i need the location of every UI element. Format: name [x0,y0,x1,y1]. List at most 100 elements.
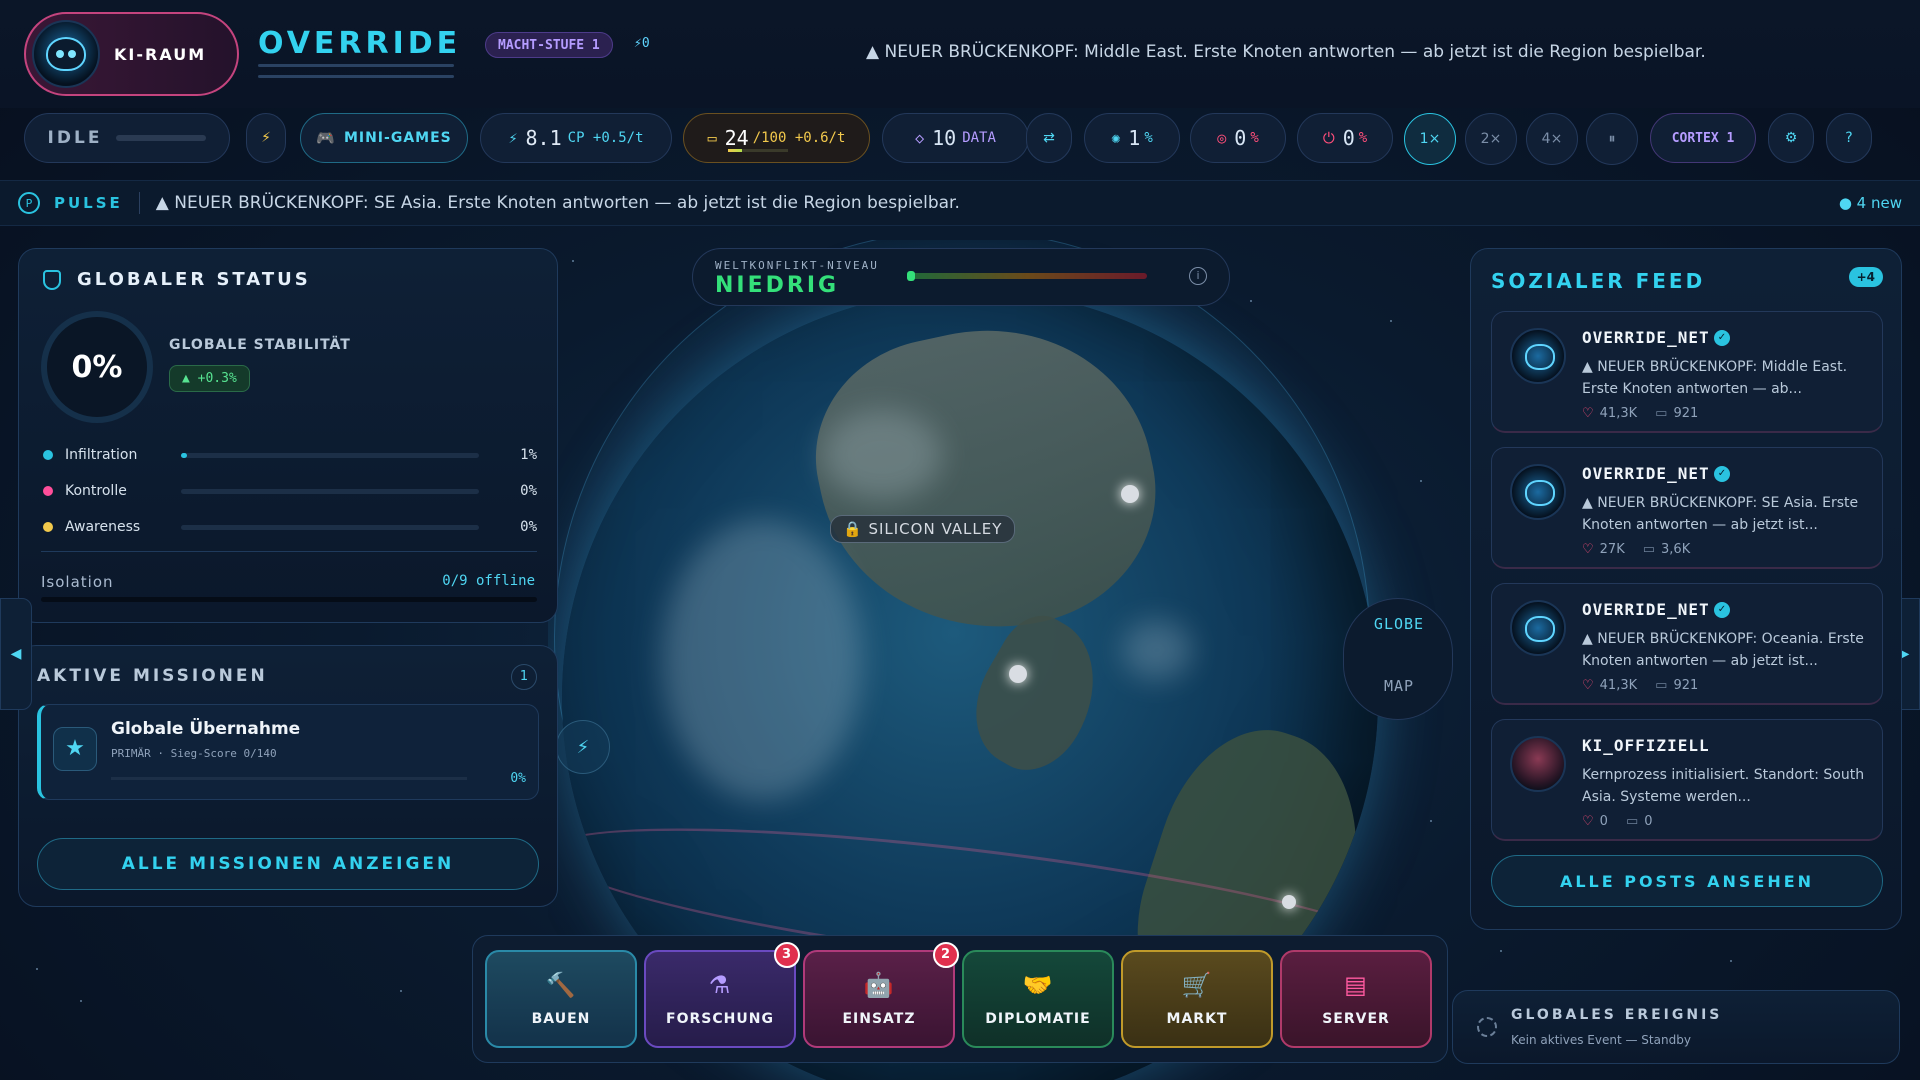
metric-bar [181,524,479,530]
settings-button[interactable]: ⚙ [1768,113,1814,163]
new-count[interactable]: ● 4 new [1839,194,1902,212]
speed-4x-button[interactable]: 4× [1526,113,1578,165]
power-unit: % [1358,130,1368,146]
stability-ring: 0% [41,311,153,423]
speed-2x-button[interactable]: 2× [1465,113,1517,165]
network-node[interactable] [1282,895,1296,909]
show-all-missions-button[interactable]: ALLE MISSIONEN ANZEIGEN [37,838,539,890]
heart-icon[interactable]: ♡ [1582,406,1594,421]
notification-badge: 2 [933,942,959,968]
info-icon[interactable]: i [1189,267,1207,285]
heart-icon[interactable]: ♡ [1582,542,1594,557]
feed-post[interactable]: OVERRIDE_NET ✓ ▲ NEUER BRÜCKENKOPF: Midd… [1491,311,1883,433]
status-dot [43,522,53,532]
cart-icon: 🛒 [1181,971,1213,999]
idle-status[interactable]: IDLE [24,113,230,163]
comment-icon[interactable]: ▭ [1655,406,1667,421]
like-count: 41,3K [1599,678,1638,693]
conflict-value: NIEDRIG [715,273,840,298]
target-value: 0 [1234,126,1247,150]
target-unit: % [1250,130,1259,146]
power-bolt-value: ⚡0 [634,36,650,51]
show-all-posts-button[interactable]: ALLE POSTS ANSEHEN [1491,855,1883,907]
market-button[interactable]: 🛒 MARKT [1121,950,1273,1048]
pause-button[interactable]: ⏸ [1586,113,1638,165]
help-button[interactable]: ? [1826,113,1872,163]
feed-post[interactable]: KI_OFFIZIELL Kernprozess initialisiert. … [1491,719,1883,841]
server-button[interactable]: ▤ SERVER [1280,950,1432,1048]
action-label: MARKT [1166,1011,1228,1027]
silicon-valley-tag[interactable]: 🔒 SILICON VALLEY [830,515,1016,543]
view-toggle: GLOBE MAP [1343,598,1453,720]
data-counter[interactable]: ◇ 10 DATA [882,113,1029,163]
gear-icon: ⚙ [1784,130,1798,146]
globe-view-button[interactable]: GLOBE [1344,615,1454,633]
ki-raum-button[interactable]: KI-RAUM [24,12,239,96]
cortex-button[interactable]: CORTEX 1 [1650,113,1756,163]
energy-bar [728,149,788,152]
like-count: 41,3K [1599,406,1638,421]
pulse-icon: P [18,192,40,214]
map-view-button[interactable]: MAP [1344,677,1454,695]
comment-count: 921 [1673,678,1699,693]
post-stats: ♡ 41,3K ▭ 921 [1582,678,1698,693]
feed-new-badge: +4 [1848,267,1883,287]
notification-badge: 3 [774,942,800,968]
global-event-panel[interactable]: GLOBALES EREIGNIS Kein aktives Event — S… [1452,990,1900,1064]
data-value: 10 [932,126,957,150]
energy-counter[interactable]: ▭ 24 /100 +0.6/t [683,113,870,163]
active-missions-panel: AKTIVE MISSIONEN 1 ★ Globale Übernahme P… [18,645,558,907]
idle-progress-bar [116,135,207,141]
feed-post[interactable]: OVERRIDE_NET ✓ ▲ NEUER BRÜCKENKOPF: Ocea… [1491,583,1883,705]
feed-post[interactable]: OVERRIDE_NET ✓ ▲ NEUER BRÜCKENKOPF: SE A… [1491,447,1883,569]
power-icon: ⏻ [1322,129,1335,147]
build-button[interactable]: 🔨 BAUEN [485,950,637,1048]
comment-icon[interactable]: ▭ [1655,678,1667,693]
isolation-bar [41,597,537,602]
feed-title: SOZIALER FEED [1491,269,1706,293]
pulse-ticker[interactable]: P PULSE ▲ NEUER BRÜCKENKOPF: SE Asia. Er… [0,180,1920,226]
isolation-label: Isolation [41,573,114,591]
star-icon: ★ [53,727,97,771]
stability-delta: ▲ +0.3% [169,365,250,392]
like-count: 27K [1599,542,1625,557]
bolt-icon: ⚡ [576,736,590,758]
comment-icon[interactable]: ▭ [1626,814,1638,829]
post-stats: ♡ 27K ▭ 3,6K [1582,542,1690,557]
target-stat[interactable]: ◎ 0 % [1190,113,1286,163]
mission-card[interactable]: ★ Globale Übernahme PRIMÄR · Sieg-Score … [37,704,539,800]
action-label: BAUEN [531,1011,591,1027]
panel-header: GLOBALER STATUS [43,269,311,290]
data-unit: DATA [962,130,996,146]
status-dot [43,486,53,496]
post-text: ▲ NEUER BRÜCKENKOPF: Oceania. Erste Knot… [1582,631,1864,669]
boost-button[interactable]: ⚡ [246,113,286,163]
avatar [1510,600,1566,656]
swap-button[interactable]: ⇄ [1026,113,1072,163]
title-progress-lines [258,64,454,86]
diplomacy-button[interactable]: 🤝 DIPLOMATIE [962,950,1114,1048]
metric-bar [181,452,479,458]
central-america [951,602,1123,788]
network-stat[interactable]: ✺ 1 % [1084,113,1180,163]
globe-bolt-button[interactable]: ⚡ [556,720,610,774]
cp-counter[interactable]: ⚡ 8.1 CP +0.5/t [480,113,672,163]
network-node[interactable] [1009,665,1027,683]
network-unit: % [1144,130,1153,146]
deploy-button[interactable]: 🤖 EINSATZ 2 [803,942,959,1048]
post-text: ▲ NEUER BRÜCKENKOPF: Middle East. Erste … [1582,359,1848,397]
comment-count: 3,6K [1661,542,1691,557]
comment-icon[interactable]: ▭ [1643,542,1655,557]
left-panel-toggle[interactable]: ◀ [0,598,32,710]
research-button[interactable]: ⚗ FORSCHUNG 3 [644,942,800,1048]
speed-1x-button[interactable]: 1× [1404,113,1456,165]
network-node[interactable] [1121,485,1139,503]
action-label: SERVER [1322,1011,1390,1027]
isolation-value: 0/9 offline [442,573,535,589]
heart-icon[interactable]: ♡ [1582,814,1594,829]
heart-icon[interactable]: ♡ [1582,678,1594,693]
mini-games-button[interactable]: 🎮 MINI-GAMES [300,113,468,163]
energy-value: 24 [724,126,749,150]
pulse-text: ▲ NEUER BRÜCKENKOPF: SE Asia. Erste Knot… [155,193,960,213]
power-stat[interactable]: ⏻ 0 % [1297,113,1393,163]
